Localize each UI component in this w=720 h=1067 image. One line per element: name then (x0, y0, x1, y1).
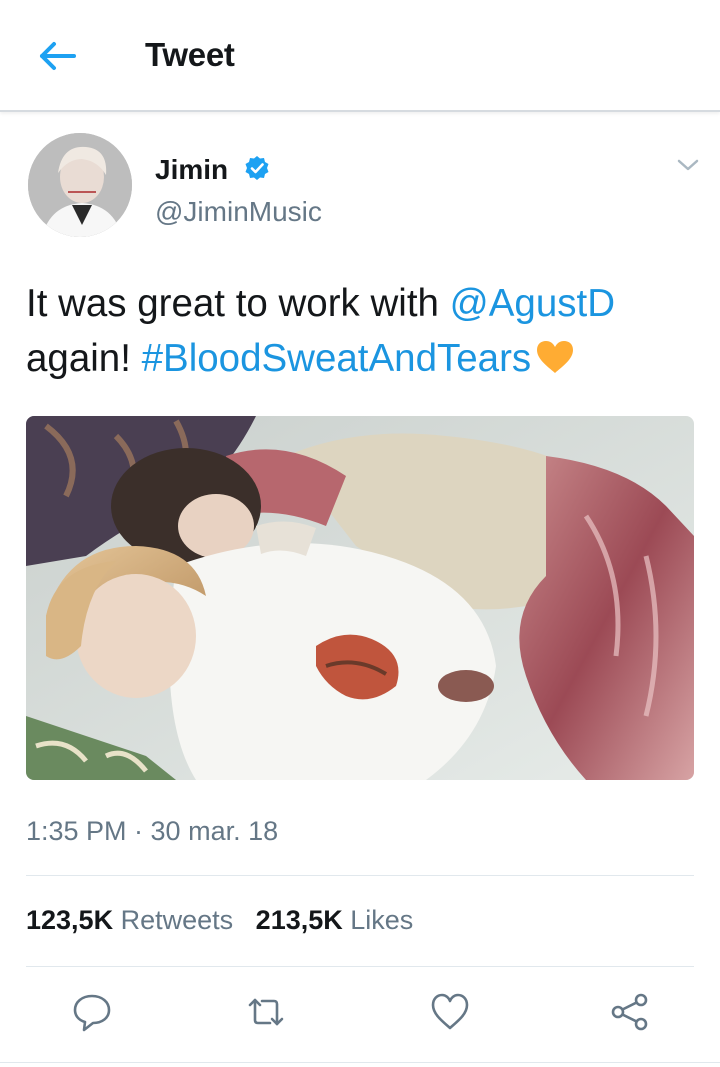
divider (26, 875, 694, 876)
divider (26, 966, 694, 967)
more-options-button[interactable] (674, 154, 702, 176)
likes-label: Likes (350, 905, 414, 935)
divider (0, 1062, 720, 1063)
reply-button[interactable] (70, 990, 114, 1034)
tweet-text: It was great to work with @AgustD again! … (26, 276, 706, 386)
retweets-count: 123,5K (26, 905, 114, 935)
avatar[interactable] (28, 133, 132, 237)
tweet-timestamp[interactable]: 1:35 PM · 30 mar. 18 (26, 816, 278, 847)
retweets-stat[interactable]: 123,5K Retweets (26, 905, 233, 936)
photo-image (26, 416, 694, 780)
author-display-name[interactable]: Jimin (155, 154, 228, 186)
chevron-down-icon (677, 159, 699, 171)
yellow-heart-icon (537, 341, 574, 373)
tweet-stats: 123,5K Retweets 213,5K Likes (26, 905, 413, 936)
heart-icon (431, 993, 469, 1030)
like-button[interactable] (428, 990, 472, 1034)
back-button[interactable] (30, 34, 80, 78)
tweet-text-part: again! (26, 337, 142, 380)
top-bar: Tweet (0, 0, 720, 112)
retweet-icon (248, 998, 284, 1026)
reply-icon (73, 994, 111, 1032)
retweet-button[interactable] (244, 990, 288, 1034)
likes-stat[interactable]: 213,5K Likes (256, 905, 414, 936)
share-icon (611, 993, 648, 1031)
share-button[interactable] (608, 990, 652, 1034)
arrow-left-icon (40, 42, 76, 70)
tweet-text-part: It was great to work with (26, 282, 450, 325)
hashtag-link[interactable]: #BloodSweatAndTears (142, 337, 532, 380)
verified-badge-icon (245, 156, 269, 180)
tweet-actions (0, 990, 720, 1040)
page-title: Tweet (145, 36, 235, 73)
retweets-label: Retweets (120, 905, 234, 935)
author-handle[interactable]: @JiminMusic (155, 196, 322, 228)
tweet-photo[interactable] (26, 416, 694, 780)
likes-count: 213,5K (255, 905, 343, 935)
mention-link[interactable]: @AgustD (450, 282, 615, 325)
avatar-photo (28, 133, 132, 237)
